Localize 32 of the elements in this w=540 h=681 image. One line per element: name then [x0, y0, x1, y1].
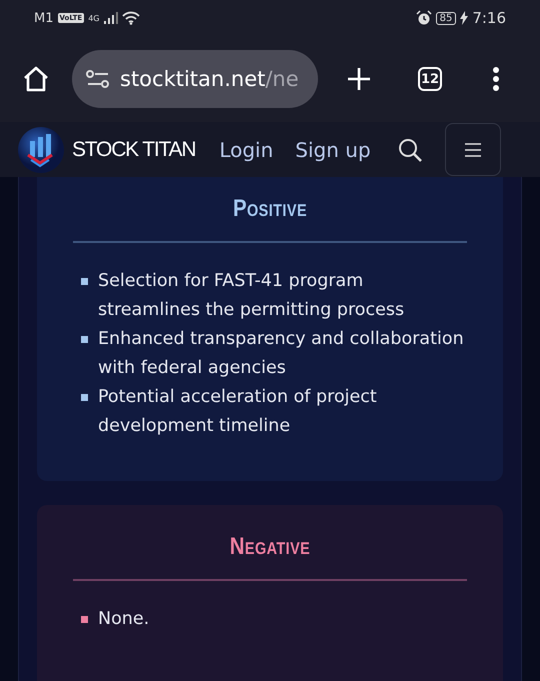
carrier-label: M1	[34, 10, 54, 26]
list-item: Enhanced transparency and collaboration with federal agencies	[98, 328, 465, 380]
bullet-icon	[81, 278, 88, 285]
bullet-icon	[81, 336, 88, 343]
card-title: Positive	[232, 195, 308, 223]
nav-link[interactable]: Sign up	[295, 138, 371, 162]
home-icon[interactable]	[22, 65, 50, 93]
network-label: 4G	[88, 14, 100, 22]
charging-icon	[460, 11, 468, 25]
bullet-icon	[81, 616, 88, 623]
bullet-icon	[81, 394, 88, 401]
address-bar[interactable]: stocktitan.net/ne	[72, 50, 318, 108]
battery-level: 85	[436, 12, 456, 24]
new-tab-icon[interactable]	[346, 66, 372, 92]
site-settings-icon[interactable]	[86, 70, 110, 88]
list-item: Potential acceleration of project development timeline	[98, 386, 378, 438]
menu-icon	[464, 142, 482, 156]
alarm-icon	[416, 10, 432, 26]
clock-time: 7:16	[472, 9, 506, 27]
search-icon[interactable]	[396, 136, 423, 162]
nav-link[interactable]: Login	[219, 138, 274, 162]
tab-count-button[interactable]: 12	[418, 67, 442, 91]
list-item: Selection for FAST-41 program streamlines the permitting process	[98, 270, 406, 322]
url-text: stocktitan.net/ne	[120, 67, 299, 91]
logo-icon[interactable]	[18, 126, 64, 172]
wifi-icon	[122, 11, 140, 25]
menu-button[interactable]	[444, 123, 501, 176]
menu-icon[interactable]	[492, 66, 500, 92]
list-item: None.	[98, 608, 150, 631]
card-title: Negative	[228, 533, 312, 561]
brand-name[interactable]: STOCK TITAN	[72, 138, 196, 162]
signal-icon	[104, 12, 118, 24]
